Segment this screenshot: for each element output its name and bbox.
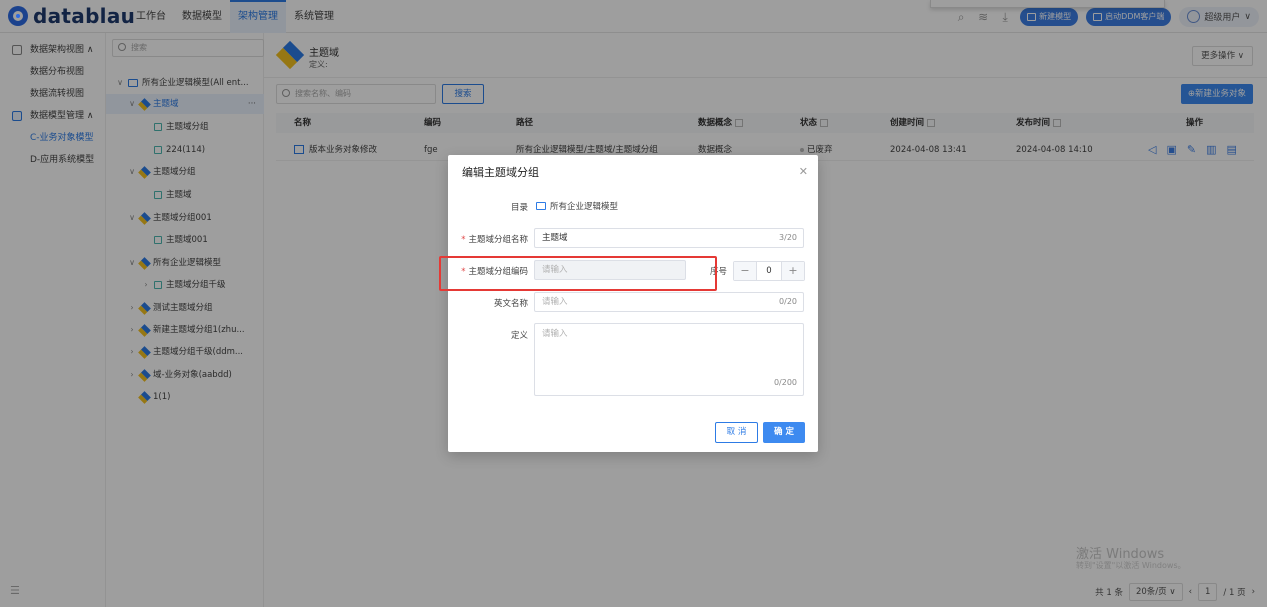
confirm-button[interactable]: 确 定 [763, 422, 805, 443]
dir-value: 所有企业逻辑模型 [536, 200, 618, 212]
name-label: * 主题域分组名称 [461, 233, 528, 245]
group-name-value: 主题域 [542, 233, 568, 243]
edit-subject-group-dialog: 编辑主题域分组 ✕ 目录 所有企业逻辑模型 * 主题域分组名称 主题域 3/20 *… [448, 155, 818, 452]
definition-textarea[interactable]: 请输入 0/200 [534, 323, 804, 396]
dialog-title: 编辑主题域分组 [462, 166, 539, 179]
order-value[interactable]: 0 [756, 262, 782, 280]
name-char-count: 3/20 [779, 233, 797, 242]
cancel-button[interactable]: 取 消 [715, 422, 758, 443]
english-name-label: 英文名称 [493, 299, 528, 309]
definition-label: 定义 [510, 331, 528, 341]
english-char-count: 0/20 [779, 297, 797, 306]
group-name-input[interactable]: 主题域 3/20 [534, 228, 804, 248]
increment-button[interactable]: + [782, 262, 804, 280]
dir-label: 目录 [510, 203, 528, 213]
english-name-placeholder: 请输入 [542, 297, 568, 307]
close-icon[interactable]: ✕ [799, 165, 808, 178]
definition-placeholder: 请输入 [542, 329, 568, 339]
dir-value-text: 所有企业逻辑模型 [550, 202, 619, 212]
name-label-text: 主题域分组名称 [468, 235, 528, 245]
english-name-input[interactable]: 请输入 0/20 [534, 292, 804, 312]
annotation-highlight-box [439, 256, 717, 291]
folder-icon [536, 202, 546, 210]
decrement-button[interactable]: − [734, 262, 756, 280]
required-mark: * [461, 235, 466, 245]
order-stepper: − 0 + [733, 261, 805, 281]
definition-char-count: 0/200 [773, 378, 797, 387]
